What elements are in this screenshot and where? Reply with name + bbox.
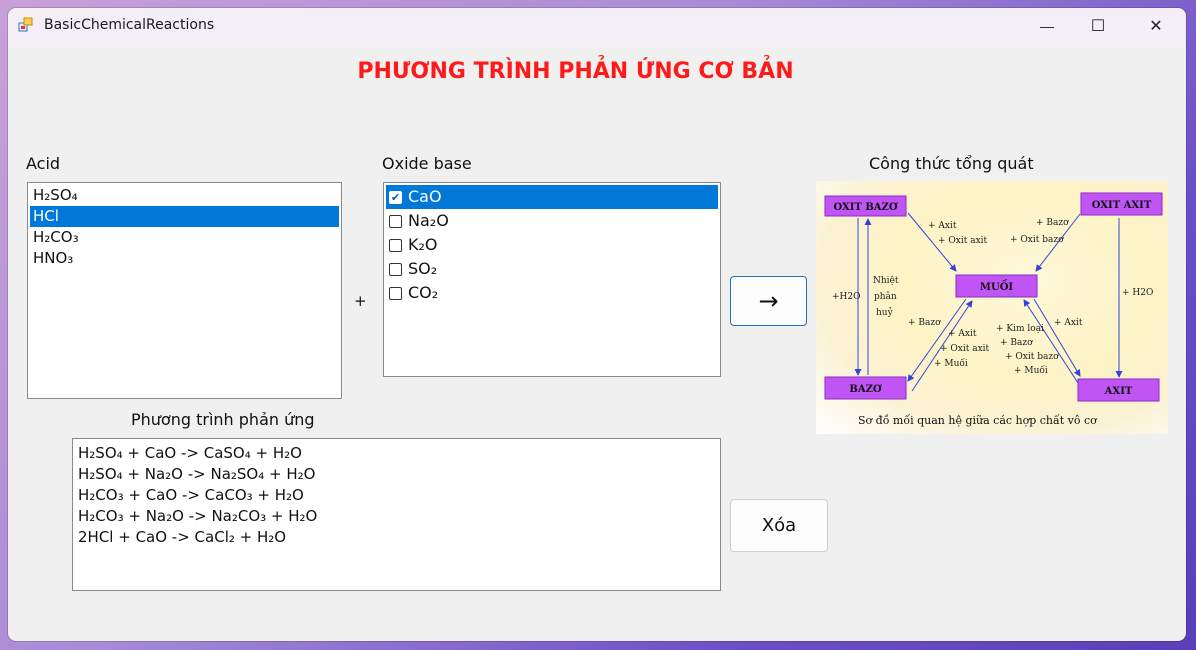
checkbox-checked-icon[interactable]: ✔ xyxy=(389,190,402,204)
chemistry-relationship-diagram: OXIT BAZƠ OXIT AXIT MUỐI BAZƠ AXIT + Axi… xyxy=(816,181,1168,434)
acid-item[interactable]: HNO₃ xyxy=(30,248,339,269)
checkbox-icon[interactable] xyxy=(389,214,402,228)
equation-line: H₂CO₃ + Na₂O -> Na₂CO₃ + H₂O xyxy=(78,507,318,525)
oxide-item-label: SO₂ xyxy=(408,259,438,278)
oxide-item-label: CO₂ xyxy=(408,283,439,302)
minimize-icon: — xyxy=(1040,18,1054,34)
acid-item-selected[interactable]: HCl xyxy=(30,206,339,227)
label-nhiet-3: huỷ xyxy=(876,307,894,318)
label-bz-3: + Muối xyxy=(934,358,968,369)
app-icon xyxy=(18,17,33,32)
acid-item[interactable]: H₂SO₄ xyxy=(30,185,339,206)
label-oa-muoi-2: + Oxit bazơ xyxy=(1010,235,1064,245)
label-nhiet-2: phân xyxy=(874,291,897,302)
label-h2o-right: + H2O xyxy=(1122,288,1153,298)
window-title: BasicChemicalReactions xyxy=(44,17,215,33)
title-bar: BasicChemicalReactions — ☐ ✕ xyxy=(8,8,1186,44)
checkbox-icon[interactable] xyxy=(389,262,402,276)
label-ax-3: + Oxit bazơ xyxy=(1005,352,1059,362)
app-window: BasicChemicalReactions — ☐ ✕ PHƯƠNG TRÌN… xyxy=(8,8,1186,641)
general-formula-label: Công thức tổng quát xyxy=(869,154,1034,173)
acid-listbox[interactable]: H₂SO₄ HCl H₂CO₃ HNO₃ xyxy=(27,182,342,399)
arrow-muoi-axit xyxy=(1033,298,1081,377)
label-oa-muoi-1: + Bazơ xyxy=(1036,218,1069,228)
page-title: PHƯƠNG TRÌNH PHẢN ỨNG CƠ BẢN xyxy=(357,59,794,84)
label-nhiet-1: Nhiệt xyxy=(873,275,899,286)
minimize-button[interactable]: — xyxy=(1021,8,1073,44)
oxide-item[interactable]: CO₂ xyxy=(386,281,718,305)
equation-line: H₂SO₄ + CaO -> CaSO₄ + H₂O xyxy=(78,444,302,462)
label-bz-1: + Axit xyxy=(948,329,977,339)
close-button[interactable]: ✕ xyxy=(1130,8,1182,44)
acid-item[interactable]: H₂CO₃ xyxy=(30,227,339,248)
acid-label: Acid xyxy=(26,154,61,173)
label-ob-muoi-1: + Axit xyxy=(928,221,957,231)
checkbox-icon[interactable] xyxy=(389,238,402,252)
maximize-button[interactable]: ☐ xyxy=(1072,8,1124,44)
oxide-item[interactable]: SO₂ xyxy=(386,257,718,281)
oxide-item-label: K₂O xyxy=(408,235,438,254)
equations-output[interactable]: H₂SO₄ + CaO -> CaSO₄ + H₂O H₂SO₄ + Na₂O … xyxy=(72,438,721,591)
label-bazo-muoi: + Bazơ xyxy=(908,318,941,328)
node-oxit-bazo-text: OXIT BAZƠ xyxy=(833,202,897,213)
label-ax-2: + Bazơ xyxy=(1000,338,1033,348)
react-button[interactable]: → xyxy=(730,276,807,326)
node-axit-text: AXIT xyxy=(1104,386,1133,397)
oxide-item[interactable]: Na₂O xyxy=(386,209,718,233)
maximize-icon: ☐ xyxy=(1090,18,1106,35)
label-ax-1: + Kim loại xyxy=(996,324,1044,334)
plus-sign: + xyxy=(354,292,367,310)
label-h2o-left: +H2O xyxy=(832,292,861,302)
clear-button[interactable]: Xóa xyxy=(730,499,828,552)
clear-button-label: Xóa xyxy=(761,515,797,536)
label-bz-2: + Oxit axit xyxy=(940,344,990,354)
checkbox-icon[interactable] xyxy=(389,286,402,300)
oxide-item-label: Na₂O xyxy=(408,211,449,230)
label-ax-4: + Muối xyxy=(1014,365,1048,376)
close-icon: ✕ xyxy=(1149,18,1163,35)
diagram-caption: Sơ đồ mối quan hệ giữa các hợp chất vô c… xyxy=(858,414,1098,427)
oxide-item-label: CaO xyxy=(408,187,442,206)
node-bazo-text: BAZƠ xyxy=(849,384,882,395)
label-axit: + Axit xyxy=(1054,318,1083,328)
arrow-right-icon: → xyxy=(758,287,779,315)
oxide-item-selected[interactable]: ✔ CaO xyxy=(386,185,718,209)
oxide-base-checklist[interactable]: ✔ CaO Na₂O K₂O SO₂ CO₂ xyxy=(383,182,721,377)
equation-line: 2HCl + CaO -> CaCl₂ + H₂O xyxy=(78,528,287,546)
equations-label: Phương trình phản ứng xyxy=(131,410,315,429)
oxide-item[interactable]: K₂O xyxy=(386,233,718,257)
node-oxit-axit-text: OXIT AXIT xyxy=(1092,200,1152,211)
oxide-base-label: Oxide base xyxy=(382,154,472,173)
node-muoi-text: MUỐI xyxy=(980,280,1014,293)
equation-line: H₂CO₃ + CaO -> CaCO₃ + H₂O xyxy=(78,486,304,504)
label-ob-muoi-2: + Oxit axit xyxy=(938,236,988,246)
equation-line: H₂SO₄ + Na₂O -> Na₂SO₄ + H₂O xyxy=(78,465,316,483)
